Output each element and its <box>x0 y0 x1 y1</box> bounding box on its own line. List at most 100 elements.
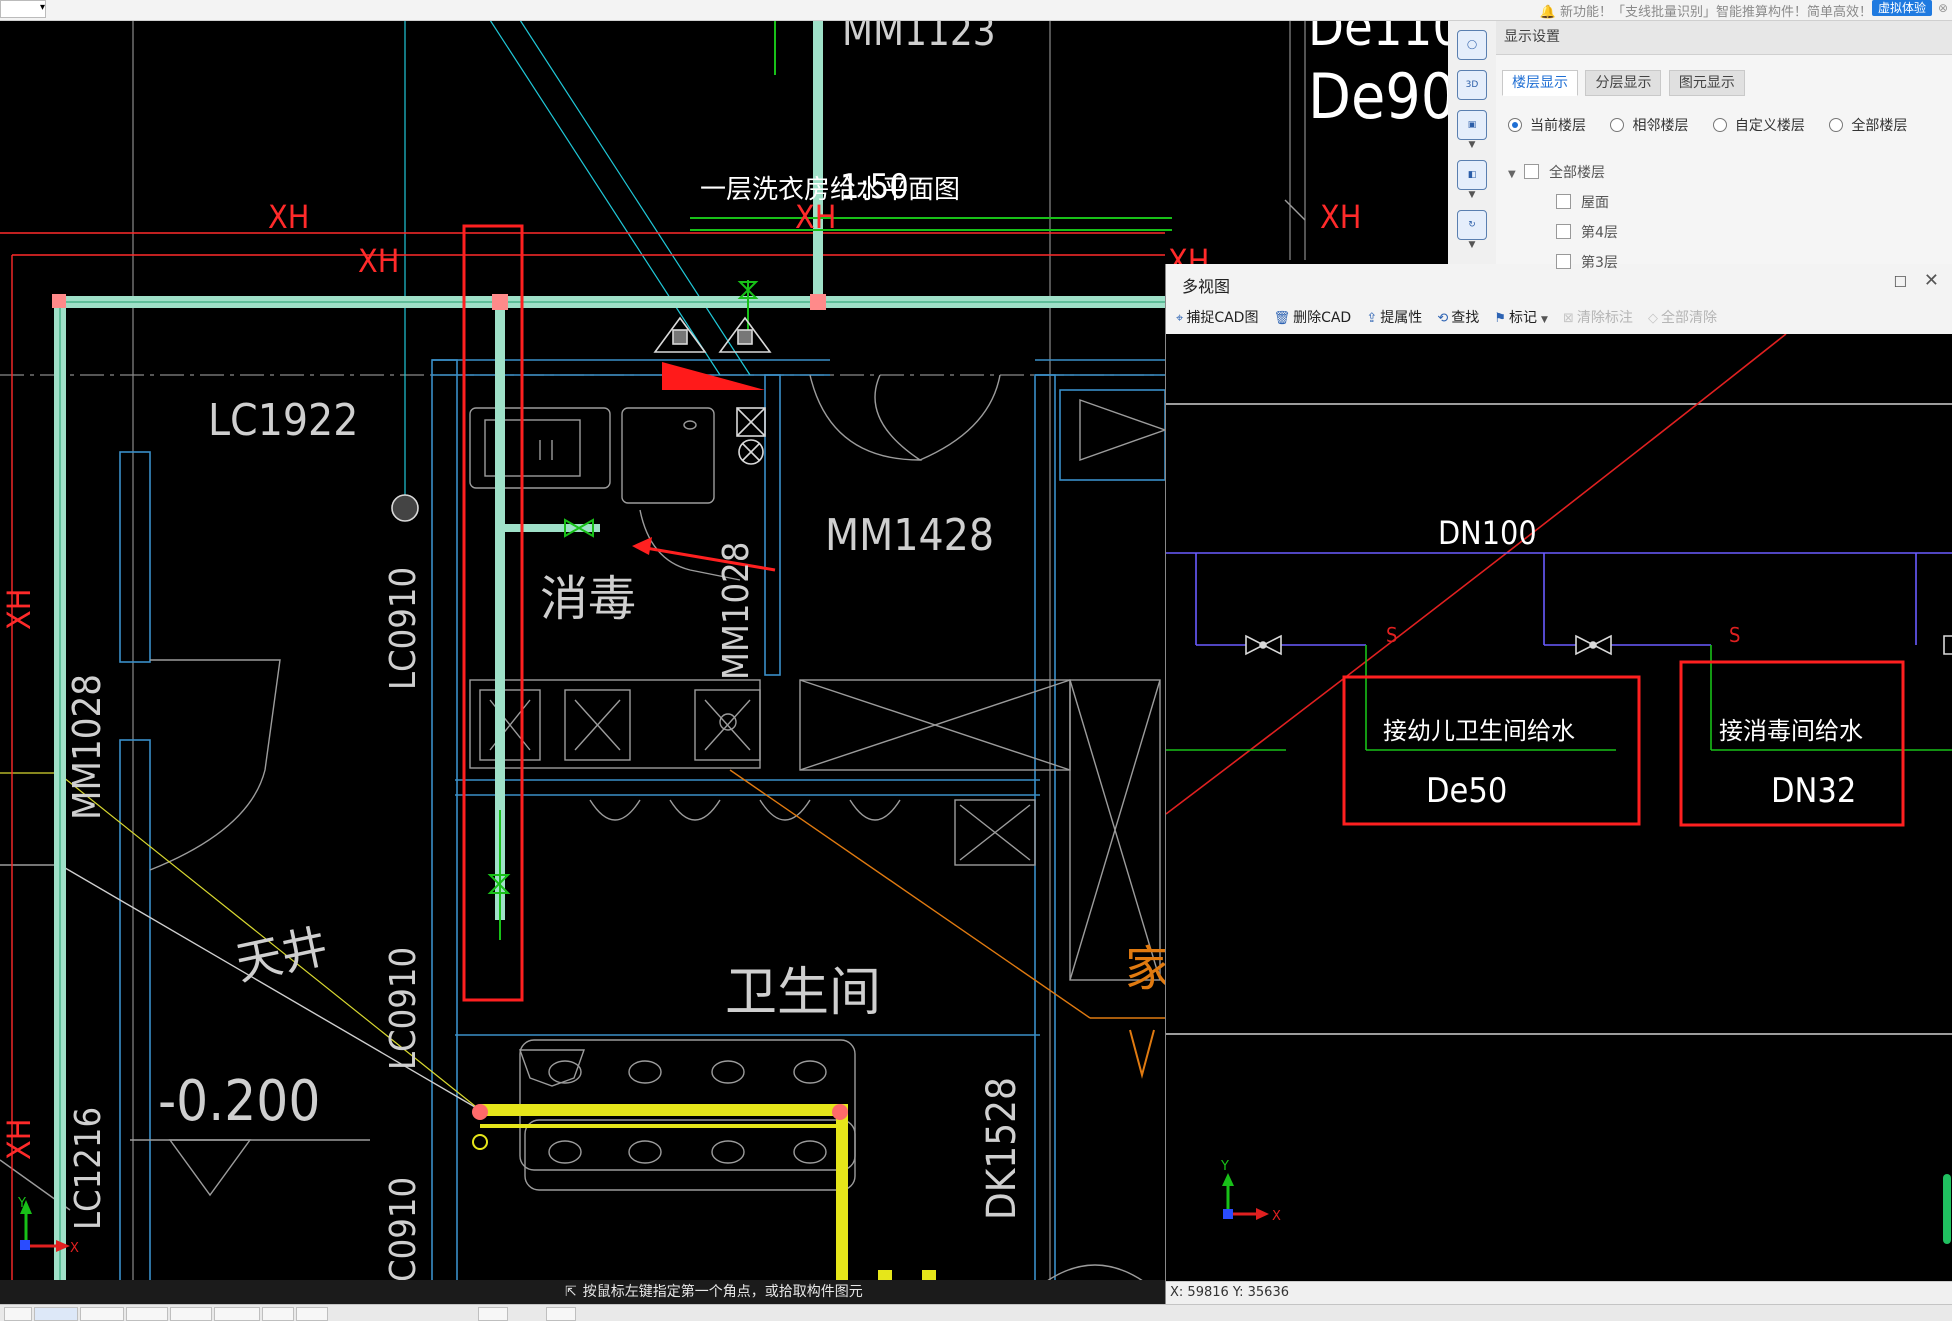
extract-property-button[interactable]: ⇪ 提属性 <box>1366 302 1422 334</box>
multi-view-canvas[interactable]: DN100 接幼儿卫生间给水 De50 接消毒间给水 DN32 S S Y X <box>1166 334 1952 1288</box>
label-mm1428: MM1428 <box>825 510 994 561</box>
mv-label-dn32: DN32 <box>1771 771 1856 811</box>
extract-property-label: 提属性 <box>1380 310 1423 326</box>
capture-cad-button[interactable]: ⌖ 捕捉CAD图 <box>1176 302 1258 334</box>
eraser-icon: ◇ <box>1647 311 1658 326</box>
mv-mark-s-b: S <box>1729 623 1740 647</box>
label-lc0910-a: LC0910 <box>383 567 424 690</box>
pipe-label-xh-2: XH <box>358 242 399 280</box>
label-lc0910-b: LC0910 <box>383 947 424 1070</box>
layer-view-icon[interactable]: ◧ <box>1457 160 1487 190</box>
mark-button[interactable]: ⚑ 标记 ▼ <box>1494 302 1548 334</box>
tree-node-floor-4[interactable]: 第4层 <box>1508 218 1618 248</box>
status-cell[interactable] <box>80 1307 124 1321</box>
status-cell[interactable] <box>296 1307 328 1321</box>
ucs-x-label: X <box>70 1241 79 1256</box>
ucs-y-label: Y <box>17 1196 26 1211</box>
coordinate-readout-bar: X: 59816 Y: 35636 <box>1166 1281 1952 1304</box>
radio-current-floor[interactable]: 当前楼层 <box>1508 115 1586 135</box>
select-corner-icon: ⇱ <box>565 1284 577 1300</box>
checkbox[interactable] <box>1556 194 1571 209</box>
clear-all-button[interactable]: ◇ 全部清除 <box>1648 302 1717 334</box>
label-disinfect: 消毒 <box>540 571 636 627</box>
mv-mark-s-a: S <box>1386 623 1397 647</box>
view-dropdown[interactable]: ▾ <box>0 0 46 18</box>
command-prompt-text: 按鼠标左键指定第一个角点，或拾取构件图元 <box>582 1284 863 1300</box>
tree-node-floor-3[interactable]: 第3层 <box>1508 248 1618 278</box>
checkbox[interactable] <box>1524 164 1539 179</box>
chevron-down-icon[interactable]: ▼ <box>1448 190 1496 200</box>
feature-notice[interactable]: 🔔 新功能！「支线批量识别」智能推算构件！简单高效！ <box>1540 1 1872 20</box>
tab-floor-display[interactable]: 楼层显示 <box>1502 70 1578 96</box>
multi-view-title: 多视图 <box>1182 277 1231 296</box>
label-elevation: -0.200 <box>158 1069 320 1134</box>
display-settings-panel: 显示设置 楼层显示 分层显示 图元显示 当前楼层 相邻楼层 自定义楼层 全部楼层… <box>1496 20 1952 271</box>
chevron-down-icon[interactable]: ▼ <box>1541 315 1548 325</box>
find-button[interactable]: ⟲ 查找 <box>1437 302 1479 334</box>
dim-de90: De90 <box>1308 60 1456 133</box>
delete-cad-button[interactable]: 🗑 删除CAD <box>1274 302 1352 334</box>
status-cell[interactable] <box>214 1307 260 1321</box>
clear-annotation-button[interactable]: ⊠ 清除标注 <box>1563 302 1633 334</box>
top-bar: ▾ 🔔 新功能！「支线批量识别」智能推算构件！简单高效！ 虚拟体验 ⊗ <box>0 0 1952 21</box>
label-mm1028-left: MM1028 <box>65 674 109 820</box>
tab-layer-display[interactable]: 分层显示 <box>1585 70 1662 96</box>
tree-node-label: 全部楼层 <box>1549 165 1605 181</box>
radio-label: 当前楼层 <box>1530 118 1586 134</box>
pipe-label-xh-5: XH <box>1320 198 1361 236</box>
display-settings-tabs: 楼层显示 分层显示 图元显示 <box>1502 70 1748 96</box>
command-prompt: ⇱ 按鼠标左键指定第一个角点，或拾取构件图元 <box>565 1280 863 1304</box>
status-cell[interactable] <box>262 1307 294 1321</box>
status-cell[interactable] <box>478 1307 508 1321</box>
tree-node-all-floors[interactable]: ▼ 全部楼层 <box>1508 158 1618 188</box>
mv-label-branch-b: 接消毒间给水 <box>1719 717 1863 745</box>
label-lc1922: LC1922 <box>208 395 358 446</box>
status-cell[interactable] <box>34 1307 78 1321</box>
find-label: 查找 <box>1451 310 1480 326</box>
orbit-icon[interactable]: ◯ <box>1457 30 1487 60</box>
multi-view-toolbar: ⌖ 捕捉CAD图 🗑 删除CAD ⇪ 提属性 ⟲ 查找 ⚑ 标记 ▼ ⊠ 清除标注 ◇ 全部清除 <box>1166 302 1952 335</box>
radio-label: 相邻楼层 <box>1632 118 1689 134</box>
mv-scroll-indicator[interactable] <box>1943 1174 1951 1244</box>
tab-element-display[interactable]: 图元显示 <box>1668 70 1745 96</box>
feature-notice-text: 新功能！「支线批量识别」智能推算构件！简单高效！ <box>1559 5 1872 20</box>
expand-triangle-icon[interactable]: ▼ <box>1508 160 1524 190</box>
radio-label: 全部楼层 <box>1851 118 1908 134</box>
status-cell[interactable] <box>4 1307 32 1321</box>
box-view-icon[interactable]: ▣ <box>1457 110 1487 140</box>
status-cell[interactable] <box>170 1307 212 1321</box>
mv-ucs-x-label: X <box>1272 1209 1281 1224</box>
multi-view-window: 多视图 ☐ ✕ ⌖ 捕捉CAD图 🗑 删除CAD ⇪ 提属性 ⟲ 查找 ⚑ 标记 ▼ ⊠ 清除… <box>1165 264 1952 1304</box>
close-icon[interactable]: ✕ <box>1924 270 1939 291</box>
radio-dot <box>1610 118 1625 132</box>
coordinate-readout: X: 59816 Y: 35636 <box>1170 1285 1289 1300</box>
try-now-button[interactable]: 虚拟体验 <box>1871 0 1932 16</box>
rotate-icon[interactable]: ↻ <box>1457 210 1487 240</box>
bell-icon: 🔔 <box>1539 5 1556 20</box>
checkbox[interactable] <box>1556 224 1571 239</box>
tree-node-roof[interactable]: 屋面 <box>1508 188 1618 218</box>
capture-cad-label: 捕捉CAD图 <box>1186 310 1259 326</box>
maximize-icon[interactable]: ☐ <box>1894 273 1907 291</box>
tree-node-label: 屋面 <box>1581 195 1609 211</box>
mv-label-branch-a: 接幼儿卫生间给水 <box>1383 717 1575 745</box>
status-cell[interactable] <box>546 1307 576 1321</box>
view-tool-strip: ◯ 3D ▣ ▼ ◧ ▼ ↻ ▼ <box>1448 20 1497 264</box>
chevron-down-icon[interactable]: ▼ <box>1448 240 1496 250</box>
label-mm1123: MM1123 <box>842 20 996 55</box>
pipe-label-xh-6: XH <box>0 589 38 630</box>
radio-all-floors[interactable]: 全部楼层 <box>1829 115 1907 135</box>
clear-all-label: 全部清除 <box>1660 310 1717 326</box>
radio-dot <box>1508 118 1522 132</box>
close-notice-icon[interactable]: ⊗ <box>1938 1 1948 15</box>
3d-view-icon[interactable]: 3D <box>1457 70 1487 100</box>
floor-tree: ▼ 全部楼层 屋面 第4层 第3层 <box>1508 158 1618 278</box>
clear-annotation-icon: ⊠ <box>1562 311 1574 326</box>
radio-custom-floors[interactable]: 自定义楼层 <box>1712 115 1805 135</box>
pipe-label-xh-3: XH <box>795 198 836 236</box>
chevron-down-icon[interactable]: ▼ <box>1448 140 1496 150</box>
radio-adjacent-floors[interactable]: 相邻楼层 <box>1610 115 1688 135</box>
status-cell[interactable] <box>126 1307 168 1321</box>
checkbox[interactable] <box>1556 254 1571 269</box>
mark-icon: ⚑ <box>1494 311 1506 326</box>
